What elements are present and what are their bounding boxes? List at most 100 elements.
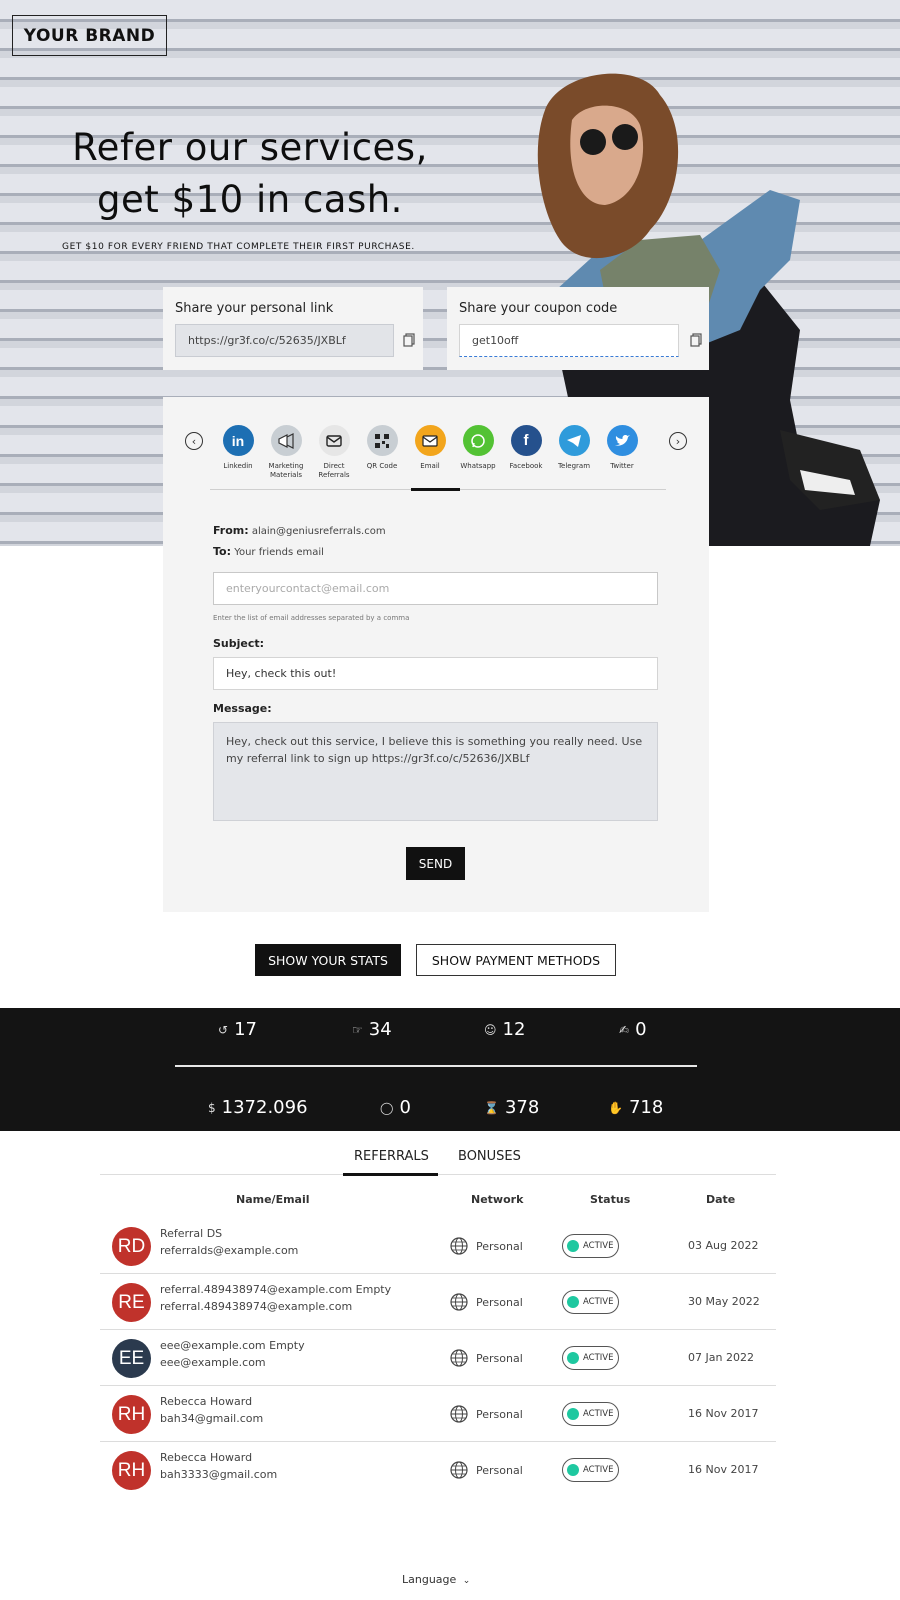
status-label: ACTIVE <box>583 1409 614 1419</box>
column-header-name: Name/Email <box>236 1193 310 1206</box>
referral-email: referral.489438974@example.com <box>160 1300 353 1313</box>
channel-twitter[interactable]: Twitter <box>597 425 647 471</box>
share-panel: ‹ › in Linkedin Marketing Materials Dire… <box>163 397 709 912</box>
tab-bonuses[interactable]: BONUSES <box>458 1149 521 1164</box>
status-dot <box>567 1296 579 1308</box>
channel-telegram[interactable]: Telegram <box>549 425 599 471</box>
avatar: EE <box>112 1339 151 1378</box>
subject-input[interactable]: Hey, check this out! <box>213 657 658 690</box>
status-label: ACTIVE <box>583 1465 614 1475</box>
send-button[interactable]: SEND <box>406 847 465 880</box>
status-label: ACTIVE <box>583 1353 614 1363</box>
chevron-right-icon[interactable]: › <box>669 432 687 450</box>
globe-icon <box>450 1349 468 1367</box>
channel-label: Direct Referrals <box>318 462 350 479</box>
network-label: Personal <box>476 1407 523 1421</box>
tabs-divider <box>100 1174 776 1175</box>
channel-linkedin[interactable]: in Linkedin <box>213 425 263 471</box>
language-selector[interactable]: Language ⌄ <box>402 1573 470 1586</box>
network-cell: Personal <box>450 1461 523 1479</box>
stat-value: 1372.096 <box>221 1097 308 1118</box>
table-row[interactable]: RD Referral DS referralds@example.com Pe… <box>100 1218 776 1274</box>
referral-date: 16 Nov 2017 <box>688 1407 759 1420</box>
hourglass-icon: ⌛ <box>484 1100 499 1115</box>
chevron-down-icon: ⌄ <box>462 1576 471 1586</box>
channel-whatsapp[interactable]: Whatsapp <box>453 425 503 471</box>
tab-active-indicator <box>343 1173 438 1176</box>
click-icon: ☞ <box>352 1022 363 1037</box>
table-row[interactable]: RH Rebecca Howard bah34@gmail.com Person… <box>100 1386 776 1442</box>
referral-name: referral.489438974@example.com Empty <box>160 1283 392 1296</box>
stat-value: 718 <box>628 1097 664 1118</box>
status-dot <box>567 1408 579 1420</box>
coupon-code-card: Share your coupon code get10off <box>447 287 709 370</box>
coupon-code-label: Share your coupon code <box>459 301 618 316</box>
email-icon <box>414 425 446 456</box>
stats-band: ↺ 17 ☞ 34 ☺ 12 ✍ 0 $ 1372.096 ◯ 0 ⌛ 378 … <box>0 1008 900 1131</box>
facebook-icon: f <box>510 425 542 456</box>
megaphone-icon <box>270 425 302 456</box>
column-header-date: Date <box>706 1193 736 1206</box>
channel-label: Whatsapp <box>460 462 496 470</box>
hero-headline: Refer our services, get $10 in cash. <box>40 122 460 226</box>
coupon-code-field[interactable]: get10off <box>459 324 679 357</box>
channel-active-indicator <box>411 488 460 491</box>
coins-icon: ◯ <box>380 1100 394 1115</box>
stat-processing: ⌛ 378 <box>484 1097 539 1118</box>
from-line: From: alain@geniusreferrals.com <box>213 524 386 537</box>
avatar: RE <box>112 1283 151 1322</box>
personal-link-field[interactable]: https://gr3f.co/c/52635/JXBLf <box>175 324 394 357</box>
hero-subline: GET $10 FOR EVERY FRIEND THAT COMPLETE T… <box>62 242 415 252</box>
avatar: RD <box>112 1227 151 1266</box>
status-dot <box>567 1464 579 1476</box>
channel-label: Marketing Materials <box>268 462 304 479</box>
channel-direct-referrals[interactable]: Direct Referrals <box>309 425 359 480</box>
network-label: Personal <box>476 1351 523 1365</box>
stat-shares: ↺ 17 <box>218 1019 257 1040</box>
show-stats-button[interactable]: SHOW YOUR STATS <box>255 944 401 976</box>
money-bag-icon: $ <box>208 1100 216 1115</box>
copy-icon[interactable] <box>690 333 702 347</box>
stat-value: 378 <box>504 1097 540 1118</box>
channel-email[interactable]: Email <box>405 425 455 471</box>
message-textarea[interactable]: Hey, check out this service, I believe t… <box>213 722 658 821</box>
referral-date: 16 Nov 2017 <box>688 1463 759 1476</box>
channel-label: Linkedin <box>223 462 253 470</box>
to-value: Your friends email <box>234 547 324 558</box>
stat-pending: ◯ 0 <box>380 1097 411 1118</box>
stat-referrals: ☺ 12 <box>484 1019 525 1040</box>
chevron-left-icon[interactable]: ‹ <box>185 432 203 450</box>
column-header-status: Status <box>590 1193 631 1206</box>
stat-value: 17 <box>234 1019 257 1040</box>
tab-referrals[interactable]: REFERRALS <box>354 1149 429 1164</box>
channel-marketing-materials[interactable]: Marketing Materials <box>261 425 311 480</box>
status-label: ACTIVE <box>583 1241 614 1251</box>
copy-icon[interactable] <box>403 333 415 347</box>
avatar: RH <box>112 1395 151 1434</box>
handshake-icon: ✍ <box>619 1022 630 1037</box>
message-label: Message: <box>213 702 272 715</box>
stat-value: 0 <box>635 1019 647 1040</box>
channel-qr-code[interactable]: QR Code <box>357 425 407 471</box>
channel-facebook[interactable]: f Facebook <box>501 425 551 471</box>
channel-label: Email <box>420 462 440 470</box>
network-label: Personal <box>476 1295 523 1309</box>
from-value: alain@geniusreferrals.com <box>251 526 386 537</box>
status-badge: ACTIVE <box>562 1346 619 1370</box>
to-label: To: <box>213 545 231 558</box>
referral-name: eee@example.com Empty <box>160 1339 305 1352</box>
show-payment-methods-button[interactable]: SHOW PAYMENT METHODS <box>416 944 616 976</box>
channel-label: QR Code <box>366 462 398 470</box>
contacts-input[interactable]: enteryourcontact@email.com <box>213 572 658 605</box>
table-row[interactable]: RE referral.489438974@example.com Empty … <box>100 1274 776 1330</box>
referral-email: eee@example.com <box>160 1356 266 1369</box>
referral-email: bah34@gmail.com <box>160 1412 264 1425</box>
globe-icon <box>450 1237 468 1255</box>
personal-link-label: Share your personal link <box>175 301 334 316</box>
brand-logo[interactable]: YOUR BRAND <box>12 15 167 56</box>
table-row[interactable]: EE eee@example.com Empty eee@example.com… <box>100 1330 776 1386</box>
hand-money-icon: ✋ <box>608 1100 623 1115</box>
referral-date: 07 Jan 2022 <box>688 1351 754 1364</box>
table-row[interactable]: RH Rebecca Howard bah3333@gmail.com Pers… <box>100 1442 776 1498</box>
linkedin-icon: in <box>222 425 254 456</box>
